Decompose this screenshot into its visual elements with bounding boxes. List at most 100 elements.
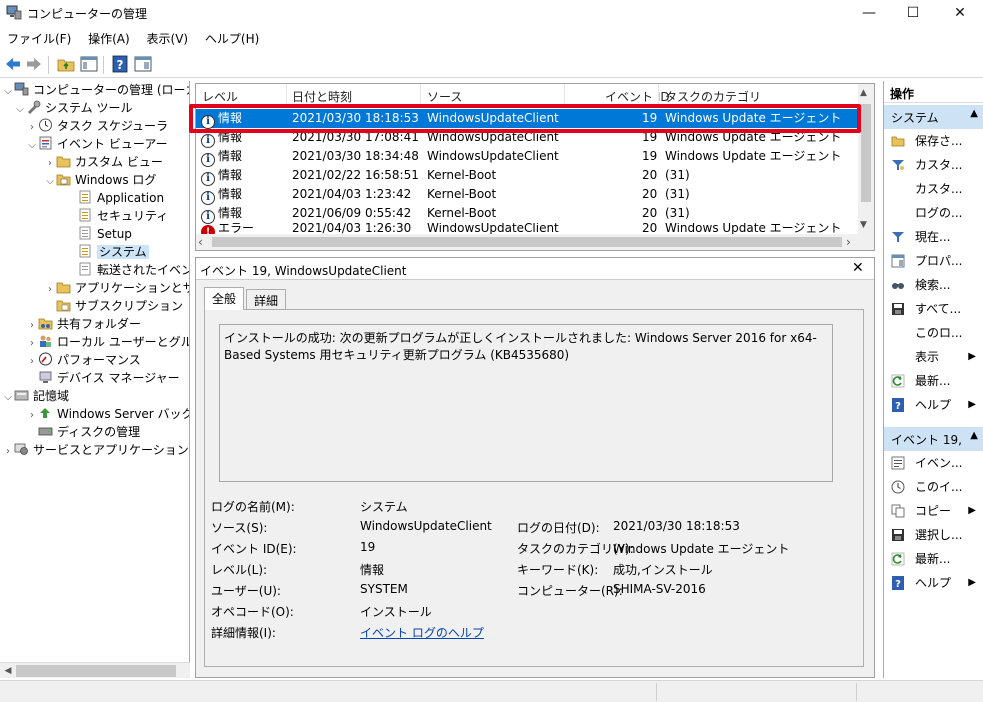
action-label: 現在... bbox=[915, 230, 951, 244]
tree-item-setup-log[interactable]: Setup bbox=[66, 225, 132, 243]
collapse-chevron-icon[interactable]: ⌵ bbox=[14, 101, 26, 119]
logged-value: 2021/03/30 18:18:53 bbox=[613, 519, 740, 533]
scroll-left-arrow-icon[interactable]: ‹ bbox=[198, 235, 203, 249]
help-icon[interactable]: ? bbox=[110, 54, 130, 74]
menu-file[interactable]: ファイル(F) bbox=[0, 28, 77, 47]
action-save-all-events[interactable]: すべて... bbox=[884, 297, 983, 321]
action-save-selected-events[interactable]: 選択し... bbox=[884, 523, 983, 547]
tree-item-event-viewer[interactable]: ⌵ イベント ビューアー bbox=[26, 135, 168, 153]
show-hide-tree-icon[interactable] bbox=[79, 54, 99, 74]
action-refresh-event[interactable]: 最新... bbox=[884, 547, 983, 571]
tree-item-device-manager[interactable]: デバイス マネージャー bbox=[26, 369, 180, 387]
tree-item-shared-folders[interactable]: › 共有フォルダー bbox=[26, 315, 141, 333]
collapse-chevron-icon[interactable]: ⌵ bbox=[44, 173, 56, 191]
tab-general[interactable]: 全般 bbox=[204, 287, 245, 310]
column-header-task-category[interactable]: タスクのカテゴリ bbox=[665, 88, 761, 105]
action-label: ヘルプ bbox=[915, 398, 952, 412]
close-icon[interactable]: ✕ bbox=[852, 260, 864, 276]
close-button[interactable]: ✕ bbox=[937, 0, 983, 26]
action-find[interactable]: 検索... bbox=[884, 273, 983, 297]
event-row[interactable]: i 情報 2021/03/30 18:34:48 WindowsUpdateCli… bbox=[196, 147, 858, 167]
action-import-custom-view[interactable]: カスタ... bbox=[884, 177, 983, 201]
tree-item-security-log[interactable]: セキュリティ bbox=[66, 207, 168, 225]
event-id-label: イベント ID(E): bbox=[211, 542, 297, 556]
menu-view[interactable]: 表示(V) bbox=[140, 28, 195, 47]
column-header-datetime[interactable]: 日付と時刻 bbox=[292, 88, 352, 105]
up-folder-icon[interactable] bbox=[56, 54, 76, 74]
tree-item-subscriptions[interactable]: サブスクリプション bbox=[44, 297, 183, 315]
action-copy[interactable]: コピー ▶ bbox=[884, 499, 983, 523]
column-header-level[interactable]: レベル bbox=[202, 88, 238, 105]
scrollbar-thumb[interactable] bbox=[212, 237, 842, 247]
menu-action[interactable]: 操作(A) bbox=[81, 28, 136, 47]
column-header-event-id[interactable]: イベント ID bbox=[605, 88, 670, 105]
tree-item-services-and-apps[interactable]: › サービスとアプリケーション bbox=[2, 441, 189, 459]
action-attach-task-to-log[interactable]: このロ... bbox=[884, 321, 983, 345]
tree-item-application-log[interactable]: Application bbox=[66, 189, 164, 207]
collapse-chevron-icon[interactable]: ⌵ bbox=[2, 389, 14, 407]
actions-section-event[interactable]: イベント 19, ... ▲ bbox=[884, 427, 983, 462]
scrollbar-thumb[interactable] bbox=[16, 665, 176, 677]
collapse-arrow-icon[interactable]: ▲ bbox=[970, 430, 978, 441]
event-row[interactable]: i 情報 2021/06/09 0:55:42 Kernel-Boot 20 (3… bbox=[196, 204, 858, 224]
collapse-arrow-icon[interactable]: ▲ bbox=[970, 108, 978, 119]
copy-icon bbox=[891, 504, 905, 518]
maximize-button[interactable]: ☐ bbox=[890, 0, 936, 26]
actions-section-system[interactable]: システム ▲ bbox=[884, 105, 983, 129]
tree-item-performance[interactable]: › パフォーマンス bbox=[26, 351, 141, 369]
column-separator[interactable] bbox=[658, 84, 659, 106]
column-separator[interactable] bbox=[564, 84, 565, 106]
properties-icon[interactable] bbox=[133, 54, 153, 74]
minimize-button[interactable]: — bbox=[846, 0, 892, 26]
event-message[interactable]: インストールの成功: 次の更新プログラムが正しくインストールされました: Win… bbox=[219, 324, 833, 482]
column-separator[interactable] bbox=[420, 84, 421, 106]
column-separator[interactable] bbox=[286, 84, 287, 106]
action-label: このロ... bbox=[915, 326, 963, 340]
tree-item-windows-server-backup[interactable]: ›Windows Server バックア bbox=[26, 405, 189, 423]
action-properties[interactable]: プロパ... bbox=[884, 249, 983, 273]
action-event-properties[interactable]: イベン... bbox=[884, 451, 983, 475]
forward-icon[interactable] bbox=[24, 54, 44, 74]
tree-item-computer-management[interactable]: ⌵ コンピューターの管理 (ローカル) bbox=[2, 81, 189, 101]
tree-item-forwarded-events[interactable]: 転送されたイベント bbox=[66, 261, 189, 279]
collapse-chevron-icon[interactable]: ⌵ bbox=[26, 137, 38, 155]
log-icon bbox=[79, 208, 91, 222]
event-row[interactable]: i 情報 2021/04/03 1:23:42 Kernel-Boot 20 (3… bbox=[196, 185, 858, 205]
tree-item-windows-logs[interactable]: ⌵ Windows ログ bbox=[44, 171, 156, 189]
tree-item-system-tools[interactable]: ⌵ システム ツール bbox=[14, 99, 132, 117]
column-header-source[interactable]: ソース bbox=[427, 88, 462, 105]
tree-item-disk-management[interactable]: ディスクの管理 bbox=[26, 423, 140, 441]
action-create-custom-view[interactable]: カスタ... bbox=[884, 153, 983, 177]
scroll-right-arrow-icon[interactable]: › bbox=[846, 235, 851, 249]
action-filter-current-log[interactable]: 現在... bbox=[884, 225, 983, 249]
scrollbar-thumb[interactable] bbox=[861, 104, 871, 202]
tab-details[interactable]: 詳細 bbox=[246, 289, 287, 309]
event-row[interactable]: i 情報 2021/02/22 16:58:51 Kernel-Boot 20 (… bbox=[196, 166, 858, 186]
submenu-arrow-icon: ▶ bbox=[968, 505, 976, 516]
scroll-up-arrow-icon[interactable]: ▲ bbox=[860, 88, 867, 98]
back-icon[interactable] bbox=[3, 54, 23, 74]
event-row-partial[interactable]: ! エラー 2021/04/03 1:26:30 WindowsUpdateCli… bbox=[196, 223, 858, 234]
tree-item-system-log[interactable]: システム bbox=[66, 243, 149, 261]
action-help-event[interactable]: ? ヘルプ ▶ bbox=[884, 571, 983, 595]
event-log-help-link[interactable]: イベント ログのヘルプ bbox=[360, 624, 484, 641]
menu-help[interactable]: ヘルプ(H) bbox=[198, 28, 265, 47]
tree-item-local-users-groups[interactable]: ›ローカル ユーザーとグループ bbox=[26, 333, 189, 351]
action-refresh[interactable]: 最新... bbox=[884, 369, 983, 393]
action-help[interactable]: ? ヘルプ ▶ bbox=[884, 393, 983, 417]
scroll-left-arrow-icon[interactable]: ◀ bbox=[2, 664, 14, 678]
scroll-down-arrow-icon[interactable]: ▼ bbox=[860, 220, 867, 230]
actions-pane: 操作 システム ▲ 保存さ... カスタ... カスタ... ログの... 現在.… bbox=[883, 81, 983, 678]
collapse-chevron-icon[interactable]: ⌵ bbox=[2, 83, 14, 101]
tree-item-task-scheduler[interactable]: › タスク スケジューラ bbox=[26, 117, 168, 135]
action-attach-task-to-event[interactable]: このイ... bbox=[884, 475, 983, 499]
action-open-saved-log[interactable]: 保存さ... bbox=[884, 129, 983, 153]
event-list-horizontal-scrollbar[interactable]: ‹ › bbox=[196, 234, 874, 250]
tree-horizontal-scrollbar[interactable]: ◀ bbox=[0, 662, 190, 678]
tree-item-custom-views[interactable]: › カスタム ビュー bbox=[44, 153, 163, 171]
action-clear-log[interactable]: ログの... bbox=[884, 201, 983, 225]
tree-item-apps-and-services[interactable]: ›アプリケーションとサービス bbox=[44, 279, 189, 297]
action-view[interactable]: 表示 ▶ bbox=[884, 345, 983, 369]
tree-item-storage[interactable]: ⌵ 記憶域 bbox=[2, 387, 69, 405]
expand-chevron-icon[interactable]: › bbox=[2, 443, 14, 461]
